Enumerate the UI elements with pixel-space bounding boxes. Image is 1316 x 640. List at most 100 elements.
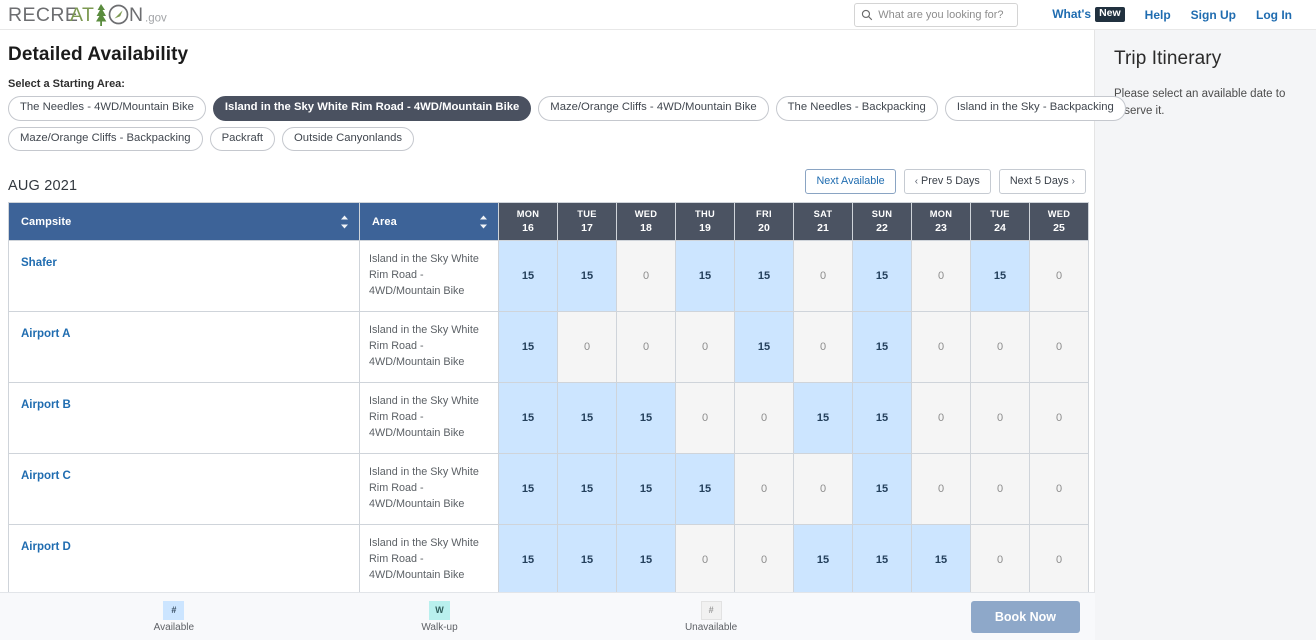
starting-area-label: Select a Starting Area: bbox=[8, 78, 125, 90]
available-label: Available bbox=[153, 621, 195, 633]
campsite-link[interactable]: Airport C bbox=[21, 470, 71, 482]
trip-itinerary-message: Please select an available date to reser… bbox=[1114, 88, 1286, 117]
campsite-name-cell: Airport C bbox=[8, 452, 360, 525]
help-link[interactable]: Help bbox=[1145, 8, 1171, 22]
date-column-6[interactable]: SUN 22 bbox=[852, 202, 912, 242]
area-pill-the-needles-4wd[interactable]: The Needles - 4WD/Mountain Bike bbox=[8, 96, 206, 121]
availability-cell[interactable]: 15 bbox=[557, 452, 617, 525]
availability-cell[interactable]: 15 bbox=[498, 523, 558, 596]
next-available-button[interactable]: Next Available bbox=[805, 169, 896, 195]
area-header-label: Area bbox=[372, 215, 397, 228]
book-now-button[interactable]: Book Now bbox=[970, 600, 1080, 633]
current-month: AUG 2021 bbox=[8, 178, 78, 195]
available-swatch: # bbox=[163, 600, 185, 620]
availability-cell[interactable]: 15 bbox=[852, 381, 912, 454]
area-cell: Island in the Sky White Rim Road - 4WD/M… bbox=[359, 381, 499, 454]
svg-text:.gov: .gov bbox=[145, 12, 167, 24]
availability-cell[interactable]: 15 bbox=[852, 523, 912, 596]
campsite-link[interactable]: Airport D bbox=[21, 541, 71, 553]
date-column-8[interactable]: TUE 24 bbox=[970, 202, 1030, 242]
date-column-4[interactable]: FRI 20 bbox=[734, 202, 794, 242]
sort-icon bbox=[341, 215, 348, 229]
date-column-1[interactable]: TUE 17 bbox=[557, 202, 617, 242]
chevron-right-icon: › bbox=[1071, 176, 1075, 188]
date-column-2[interactable]: WED 18 bbox=[616, 202, 676, 242]
month-navigation-row: AUG 2021 Next Available ‹ Prev 5 Days Ne… bbox=[0, 157, 1094, 202]
date-num: 19 bbox=[699, 221, 711, 234]
availability-cell[interactable]: 15 bbox=[675, 452, 735, 525]
availability-cell: 0 bbox=[734, 452, 794, 525]
availability-cell[interactable]: 15 bbox=[852, 311, 912, 383]
availability-cell[interactable]: 15 bbox=[734, 311, 794, 383]
availability-cell[interactable]: 15 bbox=[734, 240, 794, 312]
date-num: 22 bbox=[876, 221, 888, 234]
availability-cell[interactable]: 15 bbox=[793, 523, 853, 596]
campsite-link[interactable]: Airport B bbox=[21, 399, 71, 411]
availability-cell: 0 bbox=[970, 523, 1030, 596]
date-dow: SUN bbox=[871, 209, 893, 220]
date-column-3[interactable]: THU 19 bbox=[675, 202, 735, 242]
availability-cell[interactable]: 15 bbox=[616, 452, 676, 525]
availability-cell[interactable]: 15 bbox=[498, 452, 558, 525]
prev-5-days-label: Prev 5 Days bbox=[921, 175, 980, 188]
availability-cell[interactable]: 15 bbox=[498, 381, 558, 454]
availability-cell[interactable]: 15 bbox=[498, 240, 558, 312]
recreation-gov-logo[interactable]: RECRE AT N .gov bbox=[8, 0, 194, 30]
compass-icon bbox=[108, 4, 129, 24]
date-column-0[interactable]: MON 16 bbox=[498, 202, 558, 242]
date-dow: SAT bbox=[813, 209, 833, 220]
availability-cell[interactable]: 15 bbox=[852, 452, 912, 525]
availability-cell: 0 bbox=[911, 240, 971, 312]
area-pill-maze-orange-cliffs-backpacking[interactable]: Maze/Orange Cliffs - Backpacking bbox=[8, 126, 203, 152]
campsite-link[interactable]: Shafer bbox=[21, 257, 57, 269]
availability-cell: 0 bbox=[911, 452, 971, 525]
availability-cell[interactable]: 15 bbox=[675, 240, 735, 312]
availability-cell[interactable]: 15 bbox=[616, 523, 676, 596]
availability-cell: 0 bbox=[911, 381, 971, 454]
campsite-link[interactable]: Airport A bbox=[21, 328, 70, 340]
log-in-link[interactable]: Log In bbox=[1256, 8, 1292, 22]
legend-item-unavailable: # Unavailable bbox=[685, 600, 737, 633]
availability-cell: 0 bbox=[616, 240, 676, 312]
availability-cell: 0 bbox=[1029, 452, 1089, 525]
availability-cell[interactable]: 15 bbox=[616, 381, 676, 454]
table-header-row: Campsite Area MON 16 TUE 17 WED 18 THU 1… bbox=[8, 202, 1089, 242]
site-search[interactable] bbox=[854, 2, 1019, 27]
availability-cell: 0 bbox=[970, 311, 1030, 383]
date-column-9[interactable]: WED 25 bbox=[1029, 202, 1089, 242]
availability-cell: 0 bbox=[675, 381, 735, 454]
availability-cell: 0 bbox=[793, 452, 853, 525]
date-column-5[interactable]: SAT 21 bbox=[793, 202, 853, 242]
column-header-area[interactable]: Area bbox=[359, 202, 499, 242]
availability-cell: 0 bbox=[734, 523, 794, 596]
next-5-days-button[interactable]: Next 5 Days › bbox=[998, 169, 1086, 195]
area-pill-packraft[interactable]: Packraft bbox=[209, 126, 276, 152]
search-input[interactable] bbox=[878, 8, 1012, 21]
availability-cell[interactable]: 15 bbox=[852, 240, 912, 312]
pill-row-1: The Needles - 4WD/Mountain Bike Island i… bbox=[8, 96, 1126, 121]
page-title: Detailed Availability bbox=[8, 44, 189, 65]
area-pill-maze-orange-cliffs-4wd[interactable]: Maze/Orange Cliffs - 4WD/Mountain Bike bbox=[538, 96, 769, 121]
availability-cell[interactable]: 15 bbox=[498, 311, 558, 383]
legend-footer: # Available W Walk-up # Unavailable Book… bbox=[0, 592, 1095, 640]
date-dow: WED bbox=[1047, 209, 1071, 220]
sign-up-link[interactable]: Sign Up bbox=[1191, 8, 1236, 22]
main-content: Detailed Availability Select a Starting … bbox=[0, 30, 1126, 640]
prev-5-days-button[interactable]: ‹ Prev 5 Days bbox=[903, 169, 991, 195]
availability-cell[interactable]: 15 bbox=[911, 523, 971, 596]
area-pill-island-in-the-sky-white-rim-road-4wd[interactable]: Island in the Sky White Rim Road - 4WD/M… bbox=[212, 96, 532, 121]
date-column-7[interactable]: MON 23 bbox=[911, 202, 971, 242]
date-num: 23 bbox=[935, 221, 947, 234]
availability-cell[interactable]: 15 bbox=[557, 523, 617, 596]
availability-cell[interactable]: 15 bbox=[557, 240, 617, 312]
area-pill-outside-canyonlands[interactable]: Outside Canyonlands bbox=[282, 126, 415, 152]
availability-cell[interactable]: 15 bbox=[557, 381, 617, 454]
walkup-swatch: W bbox=[429, 600, 450, 620]
area-pill-island-in-the-sky-backpacking[interactable]: Island in the Sky - Backpacking bbox=[944, 96, 1126, 121]
whats-new-link[interactable]: What's New bbox=[1052, 7, 1125, 22]
column-header-campsite[interactable]: Campsite bbox=[8, 202, 360, 242]
table-body: Shafer Island in the Sky White Rim Road -… bbox=[8, 240, 1089, 640]
area-pill-the-needles-backpacking[interactable]: The Needles - Backpacking bbox=[775, 96, 938, 121]
availability-cell[interactable]: 15 bbox=[793, 381, 853, 454]
availability-cell[interactable]: 15 bbox=[970, 240, 1030, 312]
